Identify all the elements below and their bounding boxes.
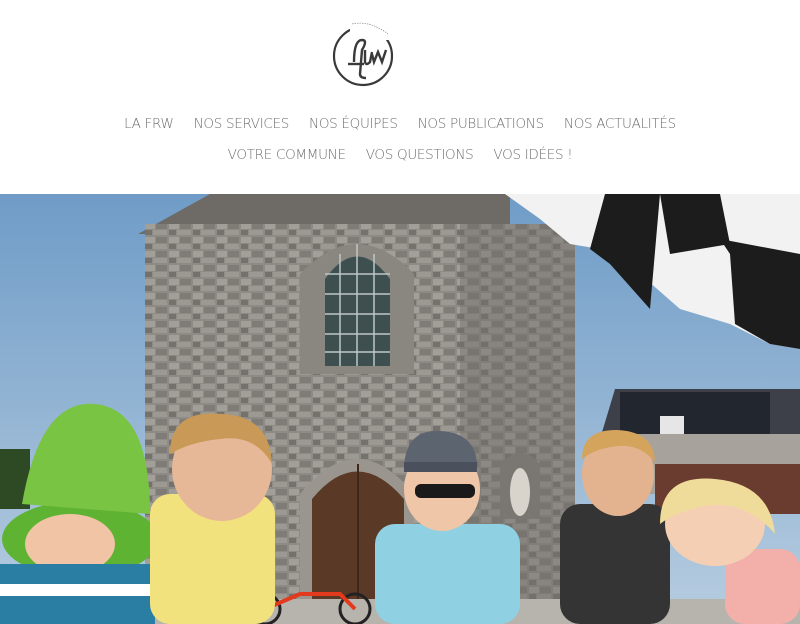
main-nav-row-2: VOTRE COMMUNE VOS QUESTIONS VOS IDÉES ! — [0, 145, 800, 165]
nav-nos-publications[interactable]: NOS PUBLICATIONS — [418, 114, 545, 134]
nav-vos-idees[interactable]: VOS IDÉES ! — [493, 145, 572, 165]
nav-la-frw[interactable]: LA FRW — [124, 114, 174, 134]
hero-image — [0, 194, 800, 624]
site-header: LA FRW NOS SERVICES NOS ÉQUIPES NOS PUBL… — [0, 0, 800, 194]
nav-votre-commune[interactable]: VOTRE COMMUNE — [228, 145, 346, 165]
nav-vos-questions[interactable]: VOS QUESTIONS — [366, 145, 474, 165]
nav-nos-services[interactable]: NOS SERVICES — [194, 114, 290, 134]
frw-logo[interactable] — [330, 20, 396, 88]
main-nav-row-1: LA FRW NOS SERVICES NOS ÉQUIPES NOS PUBL… — [0, 114, 800, 134]
nav-nos-actualites[interactable]: NOS ACTUALITÉS — [564, 114, 676, 134]
nav-nos-equipes[interactable]: NOS ÉQUIPES — [309, 114, 398, 134]
hero-photo-illustration — [0, 194, 800, 624]
